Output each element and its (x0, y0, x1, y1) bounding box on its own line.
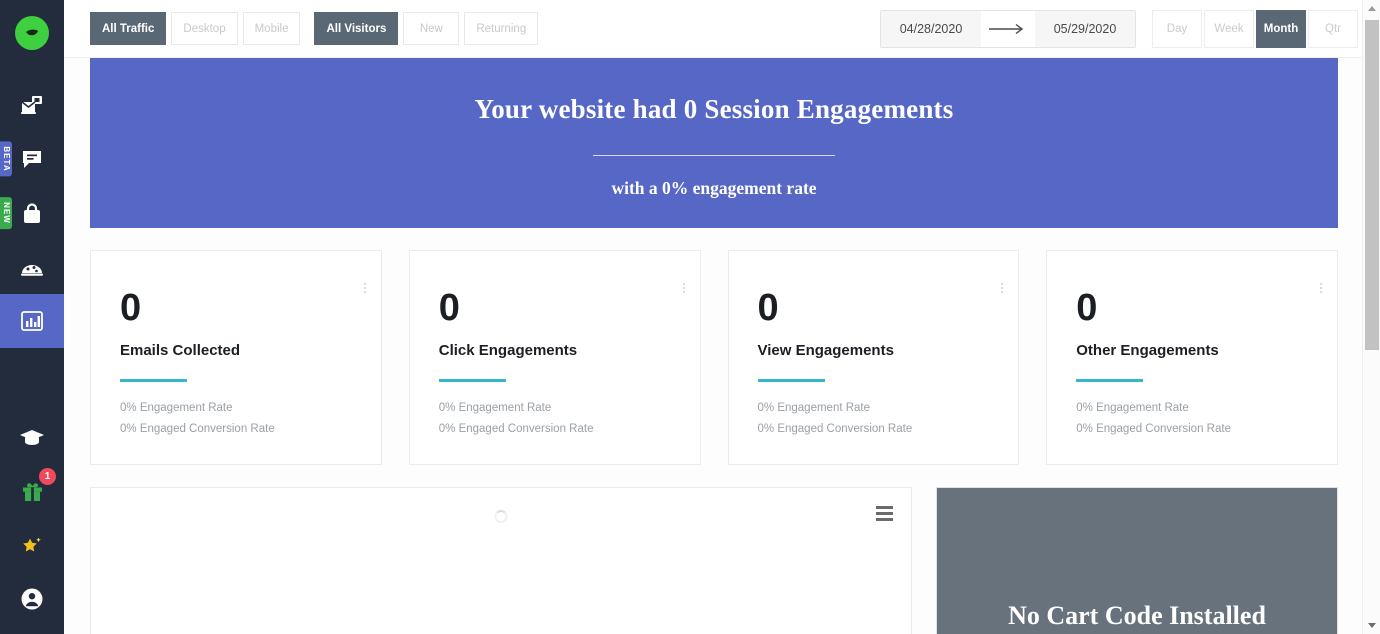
date-start-input[interactable]: 04/28/2020 (881, 10, 981, 47)
metric-title: Other Engagements (1076, 342, 1219, 359)
metric-card-emails-collected: 0 Emails Collected 0% Engagement Rate 0%… (90, 250, 382, 465)
sidebar: BETA NEW 1 (0, 0, 64, 634)
cart-code-panel: No Cart Code Installed (936, 487, 1338, 634)
beta-badge: BETA (0, 141, 12, 177)
toolbar-right: 04/28/2020 05/29/2020 Day Week Month Qtr (880, 9, 1358, 48)
sidebar-nav-bottom: 1 (0, 410, 64, 626)
period-week[interactable]: Week (1204, 9, 1254, 48)
star-icon (20, 533, 44, 557)
app-logo[interactable] (15, 10, 49, 56)
metric-value: 0 (438, 287, 460, 329)
traffic-filter-group: All Traffic Desktop Mobile (90, 12, 301, 45)
visitor-filter-group: All Visitors New Returning (314, 12, 539, 45)
date-end-input[interactable]: 05/29/2020 (1035, 10, 1135, 47)
chart-panel (90, 487, 912, 634)
info-dots-icon[interactable] (1001, 283, 1004, 293)
tab-all-visitors[interactable]: All Visitors (314, 12, 399, 45)
date-range-picker[interactable]: 04/28/2020 05/29/2020 (880, 9, 1136, 48)
engagement-rate: 0% Engagement Rate (757, 402, 871, 414)
gift-icon (21, 480, 44, 503)
accent-underline (757, 379, 825, 382)
engaged-conversion-rate: 0% Engaged Conversion Rate (438, 422, 594, 435)
page-scrollbar[interactable] (1362, 0, 1380, 634)
period-qtr[interactable]: Qtr (1308, 9, 1358, 48)
tab-mobile[interactable]: Mobile (242, 12, 301, 45)
sidebar-item-cookie[interactable] (0, 240, 64, 294)
sidebar-item-messages[interactable]: BETA (0, 132, 64, 186)
scroll-down-arrow-icon[interactable] (1363, 617, 1380, 634)
sidebar-nav-top: BETA NEW (0, 78, 64, 348)
info-dots-icon[interactable] (682, 283, 685, 293)
accent-underline (1076, 379, 1144, 382)
metric-title: Emails Collected (120, 342, 241, 359)
bottom-panels-row: No Cart Code Installed (90, 487, 1338, 634)
hamburger-menu-icon[interactable] (876, 506, 893, 521)
cookie-icon (20, 257, 44, 277)
period-day[interactable]: Day (1152, 9, 1202, 48)
metric-value: 0 (757, 287, 779, 329)
hero-divider (593, 155, 835, 156)
accent-underline (438, 379, 506, 382)
metric-value: 0 (120, 287, 142, 329)
hero-subline: with a 0% engagement rate (611, 178, 817, 198)
sidebar-item-rewards[interactable]: 1 (0, 464, 64, 518)
toolbar: All Traffic Desktop Mobile All Visitors … (64, 0, 1380, 58)
tab-returning[interactable]: Returning (464, 12, 539, 45)
sidebar-item-analytics[interactable] (0, 294, 64, 348)
engaged-conversion-rate: 0% Engaged Conversion Rate (1076, 422, 1231, 435)
shopping-bag-icon (21, 202, 43, 225)
engagement-rate: 0% Engagement Rate (1076, 402, 1189, 414)
period-month[interactable]: Month (1256, 9, 1306, 48)
metric-card-other-engagements: 0 Other Engagements 0% Engagement Rate 0… (1046, 250, 1338, 465)
sidebar-item-shop[interactable]: NEW (0, 186, 64, 240)
accent-underline (120, 379, 187, 382)
new-badge: NEW (0, 197, 12, 229)
main-area: All Traffic Desktop Mobile All Visitors … (64, 0, 1380, 634)
tab-all-traffic[interactable]: All Traffic (90, 12, 167, 45)
tab-desktop[interactable]: Desktop (171, 12, 238, 45)
chat-bubble-icon (21, 148, 43, 170)
engagement-rate: 0% Engagement Rate (438, 402, 552, 414)
metric-card-view-engagements: 0 View Engagements 0% Engagement Rate 0%… (727, 250, 1020, 465)
metric-cards-row: 0 Emails Collected 0% Engagement Rate 0%… (90, 250, 1338, 465)
metric-title: Click Engagements (438, 342, 578, 359)
engaged-conversion-rate: 0% Engaged Conversion Rate (120, 422, 275, 435)
loading-spinner-icon (494, 510, 508, 523)
engaged-conversion-rate: 0% Engaged Conversion Rate (757, 422, 913, 435)
envelope-window-icon (20, 94, 44, 116)
scrollbar-thumb[interactable] (1365, 20, 1379, 350)
sidebar-item-academy[interactable] (0, 410, 64, 464)
metric-title: View Engagements (757, 342, 894, 359)
cart-panel-title: No Cart Code Installed (1008, 601, 1266, 630)
metric-card-click-engagements: 0 Click Engagements 0% Engagement Rate 0… (408, 250, 701, 465)
arrow-right-icon (981, 10, 1035, 47)
metric-subtext: 0% Engagement Rate 0% Engaged Conversion… (758, 398, 1019, 439)
notification-count-badge: 1 (39, 468, 56, 485)
info-dots-icon[interactable] (363, 283, 366, 293)
sidebar-item-account[interactable] (0, 572, 64, 626)
engagement-rate: 0% Engagement Rate (120, 402, 233, 414)
leaf-logo-icon (15, 16, 49, 50)
sidebar-item-favorites[interactable] (0, 518, 64, 572)
dashboard-content: Your website had 0 Session Engagements w… (64, 58, 1380, 634)
period-filter-group: Day Week Month Qtr (1152, 9, 1358, 48)
metric-value: 0 (1076, 287, 1098, 329)
user-circle-icon (20, 587, 44, 611)
tab-new[interactable]: New (403, 12, 460, 45)
graduation-cap-icon (19, 427, 45, 447)
sidebar-item-campaigns[interactable] (0, 78, 64, 132)
scroll-up-arrow-icon[interactable] (1363, 0, 1380, 17)
hero-headline: Your website had 0 Session Engagements (474, 94, 954, 124)
app-root: BETA NEW 1 All Traffic Desktop Mobile Al… (0, 0, 1380, 634)
hero-banner: Your website had 0 Session Engagements w… (90, 58, 1338, 228)
bar-chart-icon (20, 309, 44, 333)
metric-subtext: 0% Engagement Rate 0% Engaged Conversion… (120, 398, 381, 439)
info-dots-icon[interactable] (1320, 283, 1322, 293)
metric-subtext: 0% Engagement Rate 0% Engaged Conversion… (439, 398, 700, 439)
metric-subtext: 0% Engagement Rate 0% Engaged Conversion… (1076, 398, 1337, 439)
